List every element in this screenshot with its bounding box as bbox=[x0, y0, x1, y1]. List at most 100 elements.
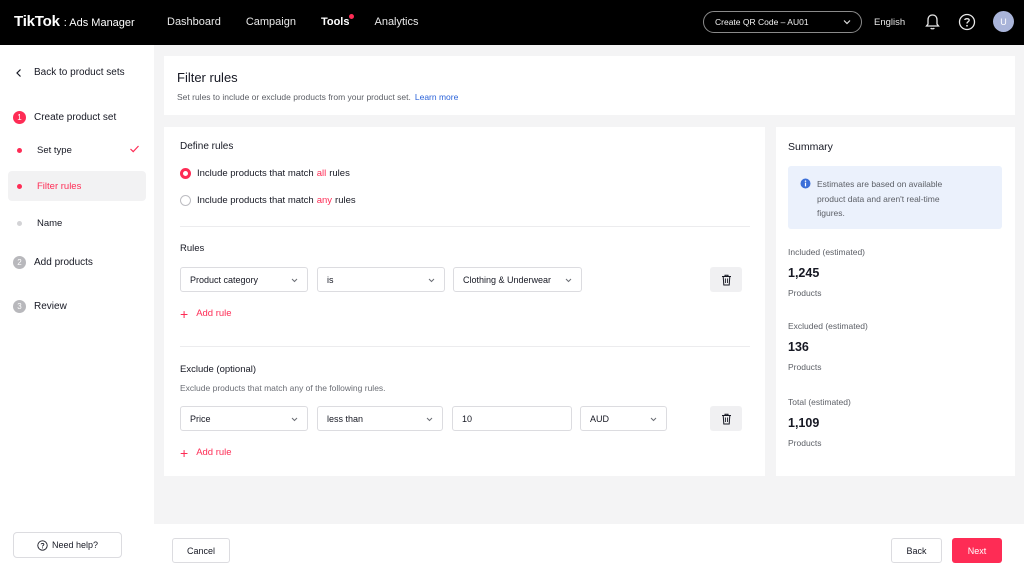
substep-set-type[interactable]: Set type bbox=[8, 135, 146, 165]
substep-dot bbox=[17, 147, 22, 153]
page-title: Filter rules bbox=[177, 70, 238, 85]
included-label: Included (estimated) bbox=[788, 247, 866, 257]
divider bbox=[180, 226, 750, 227]
logo-main-text: TikTok bbox=[14, 13, 60, 30]
delete-rule-button[interactable] bbox=[710, 267, 742, 292]
included-value: 1,245 bbox=[788, 266, 820, 280]
help-circle-icon bbox=[37, 539, 48, 551]
back-link-label: Back to product sets bbox=[34, 67, 125, 78]
summary-panel: Summary Estimates are based on available… bbox=[776, 127, 1015, 476]
substep-filter-rules[interactable]: Filter rules bbox=[8, 171, 146, 201]
account-selector-value: Create QR Code – AU01 bbox=[715, 17, 809, 27]
rule-operator-value: is bbox=[327, 274, 334, 285]
currency-select[interactable]: AUD bbox=[580, 406, 667, 431]
exclude-field-select[interactable]: Price bbox=[180, 406, 308, 431]
language-selector[interactable]: English bbox=[874, 17, 905, 28]
need-help-button[interactable]: Need help? bbox=[13, 532, 122, 558]
page-subtitle: Set rules to include or exclude products… bbox=[177, 92, 458, 102]
currency-value: AUD bbox=[590, 413, 610, 424]
exclude-title: Exclude (optional) bbox=[180, 364, 257, 375]
radio-label-prefix: Include products that match bbox=[197, 168, 314, 179]
step-create-product-set[interactable]: 1 Create product set bbox=[13, 111, 116, 124]
chevron-down-icon bbox=[650, 417, 657, 422]
substep-label: Name bbox=[37, 217, 63, 229]
radio-match-all[interactable]: Include products that match all rules bbox=[180, 168, 350, 179]
account-selector[interactable]: Create QR Code – AU01 bbox=[703, 11, 862, 33]
rules-title: Rules bbox=[180, 243, 205, 254]
rule-value-select[interactable]: Clothing & Underwear bbox=[453, 267, 582, 292]
step-number-1: 1 bbox=[13, 111, 26, 124]
nav-tools[interactable]: Tools bbox=[320, 14, 355, 28]
nav-dashboard[interactable]: Dashboard bbox=[167, 16, 221, 28]
radio-label-highlight: any bbox=[316, 195, 333, 206]
check-icon bbox=[130, 145, 139, 153]
total-unit: Products bbox=[788, 438, 822, 448]
nav-analytics[interactable]: Analytics bbox=[374, 16, 418, 28]
excluded-value: 136 bbox=[788, 340, 809, 354]
trash-icon bbox=[721, 413, 731, 424]
top-navigation-bar: TikTok : Ads Manager Dashboard Campaign … bbox=[0, 0, 1024, 45]
chevron-down-icon bbox=[843, 20, 851, 25]
nav-tools-label: Tools bbox=[320, 16, 350, 28]
chevron-down-icon bbox=[426, 417, 433, 422]
exclude-hint: Exclude products that match any of the f… bbox=[180, 383, 386, 393]
page-subtitle-text: Set rules to include or exclude products… bbox=[177, 92, 411, 102]
chevron-down-icon bbox=[428, 278, 435, 283]
substep-label: Set type bbox=[37, 144, 72, 156]
rule-field-value: Product category bbox=[190, 274, 259, 285]
back-button[interactable]: Back bbox=[891, 538, 942, 563]
chevron-down-icon bbox=[291, 278, 298, 283]
step-number-2: 2 bbox=[13, 256, 26, 269]
exclude-field-value: Price bbox=[190, 413, 211, 424]
add-rule-label: Add rule bbox=[196, 447, 232, 458]
step-add-products[interactable]: 2 Add products bbox=[13, 256, 93, 269]
chevron-left-icon bbox=[16, 68, 21, 77]
learn-more-link[interactable]: Learn more bbox=[415, 92, 458, 102]
avatar[interactable]: U bbox=[993, 11, 1014, 32]
add-rule-button[interactable]: + Add rule bbox=[180, 305, 232, 322]
step-label: Review bbox=[34, 301, 67, 312]
back-to-product-sets-link[interactable]: Back to product sets bbox=[15, 67, 125, 78]
radio-match-any[interactable]: Include products that match any rules bbox=[180, 195, 356, 206]
notification-dot bbox=[349, 14, 355, 19]
cancel-button[interactable]: Cancel bbox=[172, 538, 230, 563]
notice-text: Estimates are based on available product… bbox=[817, 179, 943, 218]
excluded-label: Excluded (estimated) bbox=[788, 321, 868, 331]
exclude-value-input[interactable]: 10 bbox=[452, 406, 572, 431]
substep-dot bbox=[17, 183, 22, 189]
info-icon bbox=[800, 178, 811, 189]
divider bbox=[180, 346, 750, 347]
logo-sub-text: : Ads Manager bbox=[63, 17, 135, 29]
radio-selected bbox=[180, 168, 191, 179]
footer-bar: Cancel Back Next bbox=[154, 524, 1024, 576]
substep-name[interactable]: Name bbox=[8, 208, 146, 238]
define-rules-title: Define rules bbox=[180, 141, 234, 152]
rule-operator-select[interactable]: is bbox=[317, 267, 445, 292]
step-label: Create product set bbox=[34, 112, 117, 123]
tiktok-ads-manager-logo[interactable]: TikTok : Ads Manager bbox=[14, 13, 135, 30]
substep-dot bbox=[17, 220, 22, 226]
step-review[interactable]: 3 Review bbox=[13, 300, 67, 313]
main-nav: Dashboard Campaign Tools Analytics bbox=[167, 14, 444, 28]
step-number-3: 3 bbox=[13, 300, 26, 313]
rule-field-select[interactable]: Product category bbox=[180, 267, 308, 292]
excluded-unit: Products bbox=[788, 362, 822, 372]
bell-icon[interactable] bbox=[924, 13, 941, 31]
substep-label: Filter rules bbox=[37, 180, 82, 192]
delete-exclude-rule-button[interactable] bbox=[710, 406, 742, 431]
radio-label-highlight: all bbox=[316, 168, 327, 179]
next-button[interactable]: Next bbox=[952, 538, 1002, 563]
add-exclude-rule-button[interactable]: + Add rule bbox=[180, 446, 232, 460]
chevron-down-icon bbox=[291, 417, 298, 422]
radio-label-prefix: Include products that match bbox=[197, 195, 314, 206]
need-help-label: Need help? bbox=[51, 540, 99, 550]
total-value: 1,109 bbox=[788, 416, 820, 430]
plus-icon: + bbox=[180, 305, 189, 322]
exclude-operator-select[interactable]: less than bbox=[317, 406, 443, 431]
estimate-notice: Estimates are based on available product… bbox=[788, 166, 1002, 229]
trash-icon bbox=[721, 274, 731, 285]
nav-campaign[interactable]: Campaign bbox=[246, 16, 296, 28]
exclude-operator-value: less than bbox=[327, 413, 364, 424]
chevron-down-icon bbox=[565, 278, 572, 283]
help-icon[interactable] bbox=[958, 13, 976, 31]
